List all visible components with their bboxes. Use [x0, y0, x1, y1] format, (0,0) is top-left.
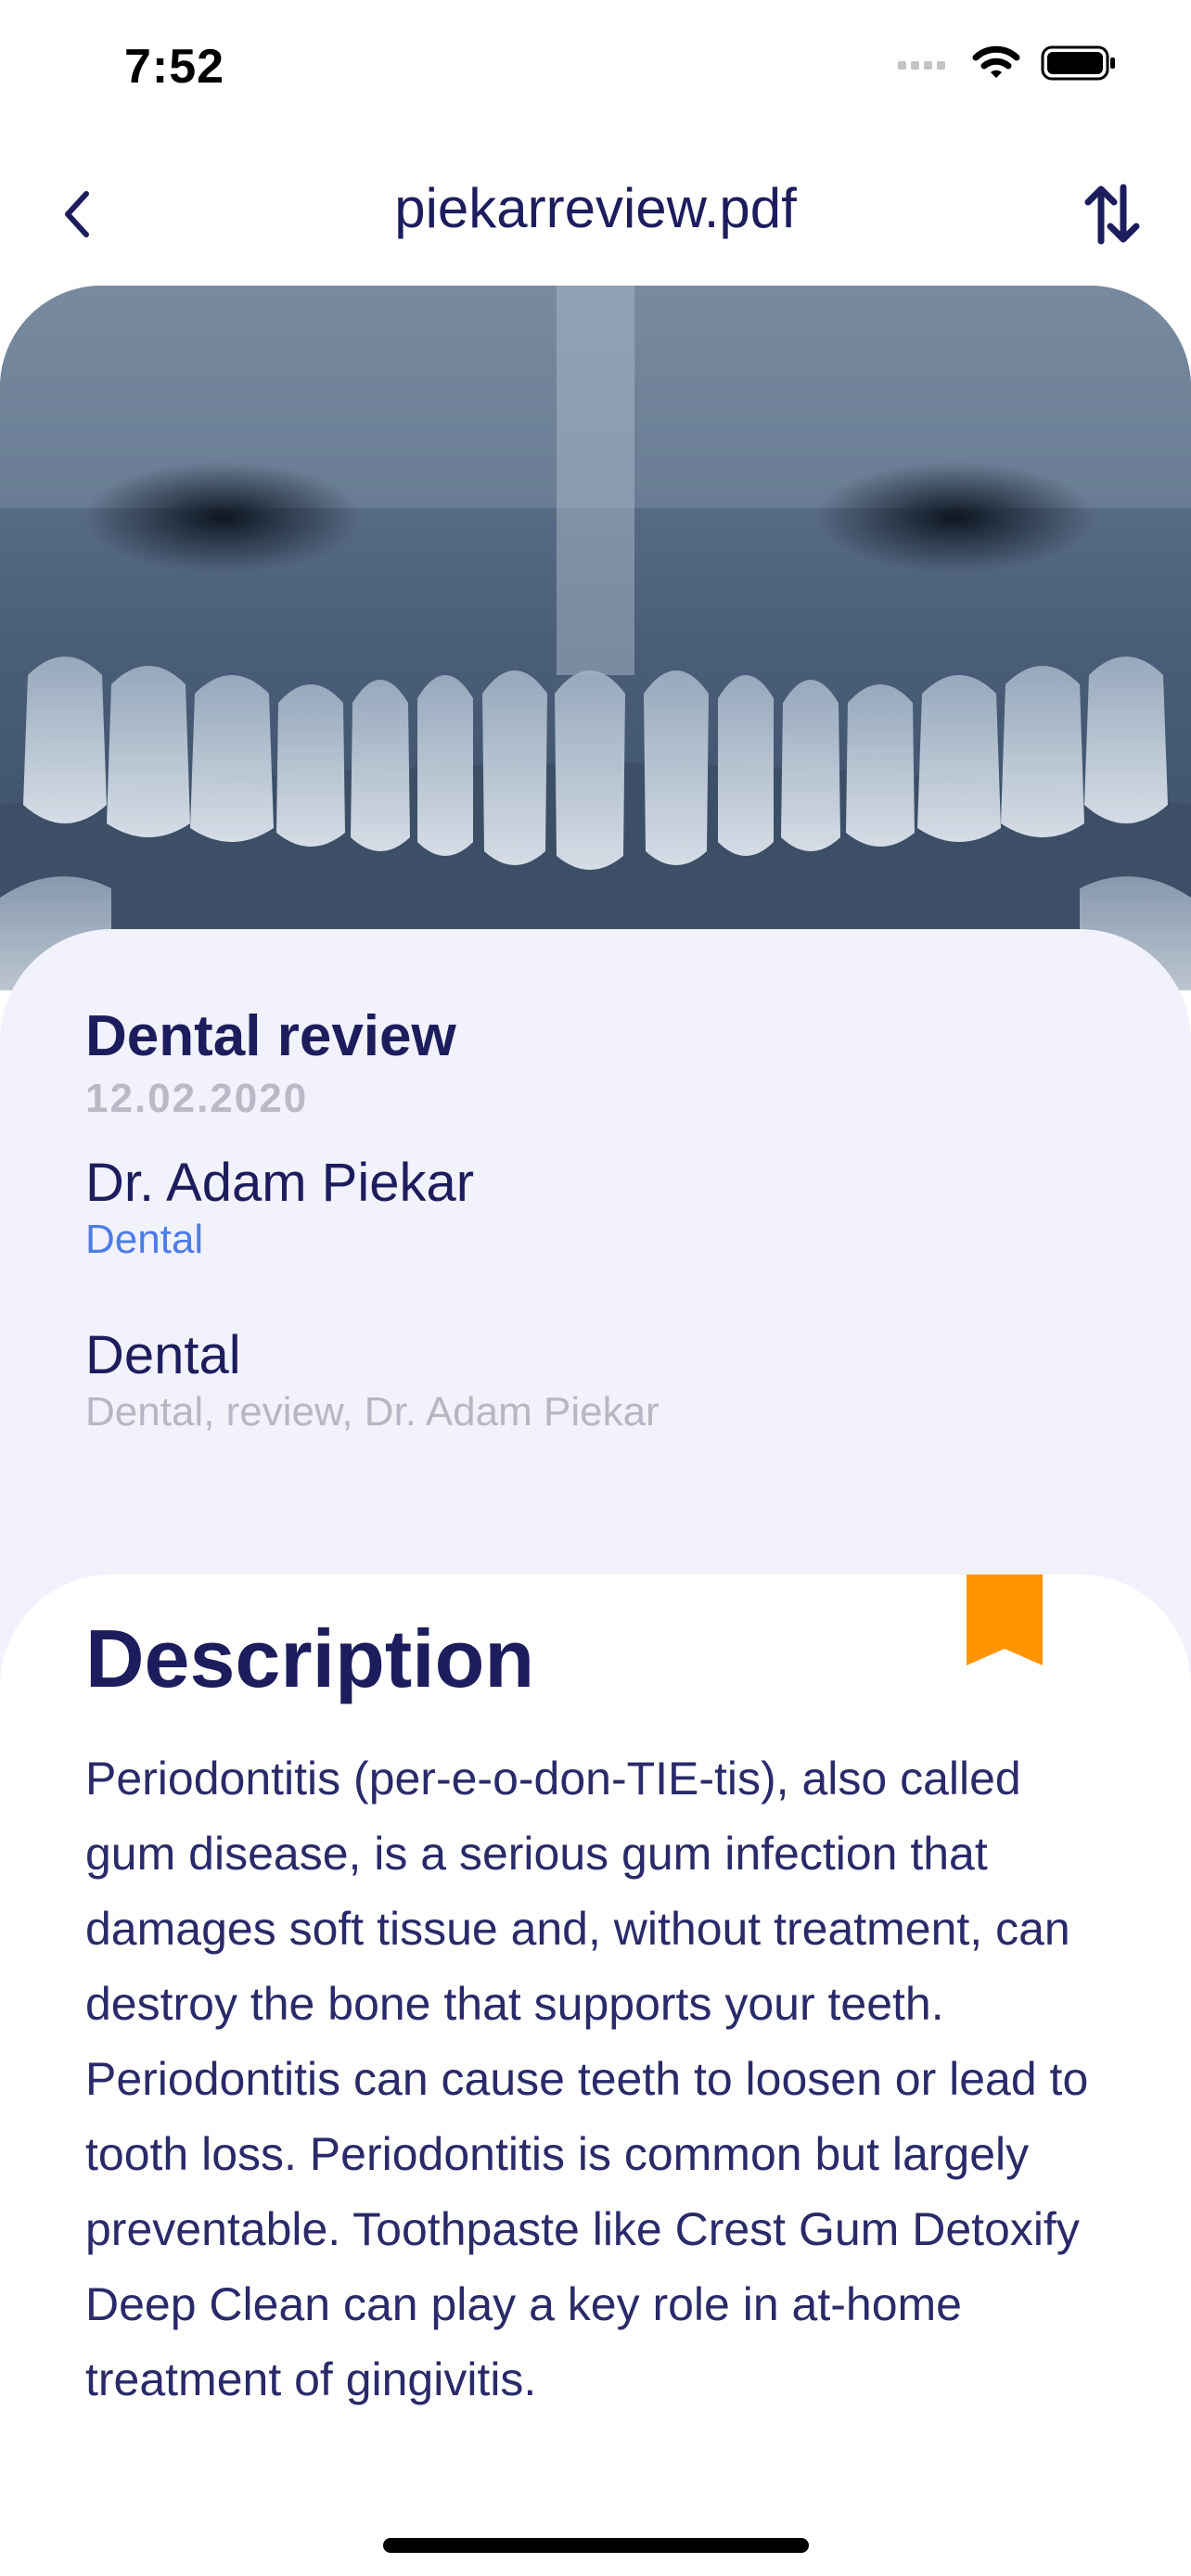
description-text: Periodontitis (per-e-o-don-TIE-tis), als…	[85, 1753, 1089, 2405]
status-bar: 7:52	[0, 0, 1191, 139]
document-category: Dental	[85, 1325, 241, 1385]
home-indicator[interactable]	[383, 2538, 809, 2553]
description-card: Description Periodontitis (per-e-o-don-T…	[0, 1575, 1191, 2576]
description-heading: Description	[85, 1613, 535, 1704]
battery-icon	[1041, 45, 1117, 85]
doctor-specialty: Dental	[85, 1217, 204, 1262]
bookmark-button[interactable]	[967, 1575, 1043, 1665]
wifi-icon	[972, 45, 1020, 86]
document-title: Dental review	[85, 1004, 456, 1068]
bookmark-icon	[967, 1575, 1043, 1665]
navigation-bar: piekarreview.pdf	[0, 139, 1191, 287]
page-title: piekarreview.pdf	[394, 177, 797, 239]
sort-button[interactable]	[1070, 172, 1154, 256]
status-time: 7:52	[124, 40, 225, 94]
status-icons	[896, 45, 1117, 86]
cellular-signal-icon	[896, 54, 952, 77]
document-date: 12.02.2020	[85, 1076, 309, 1121]
document-tags: Dental, review, Dr. Adam Piekar	[85, 1389, 660, 1435]
doctor-name: Dr. Adam Piekar	[85, 1153, 475, 1213]
sort-arrows-icon	[1084, 184, 1140, 245]
dental-xray-image	[0, 286, 1191, 990]
